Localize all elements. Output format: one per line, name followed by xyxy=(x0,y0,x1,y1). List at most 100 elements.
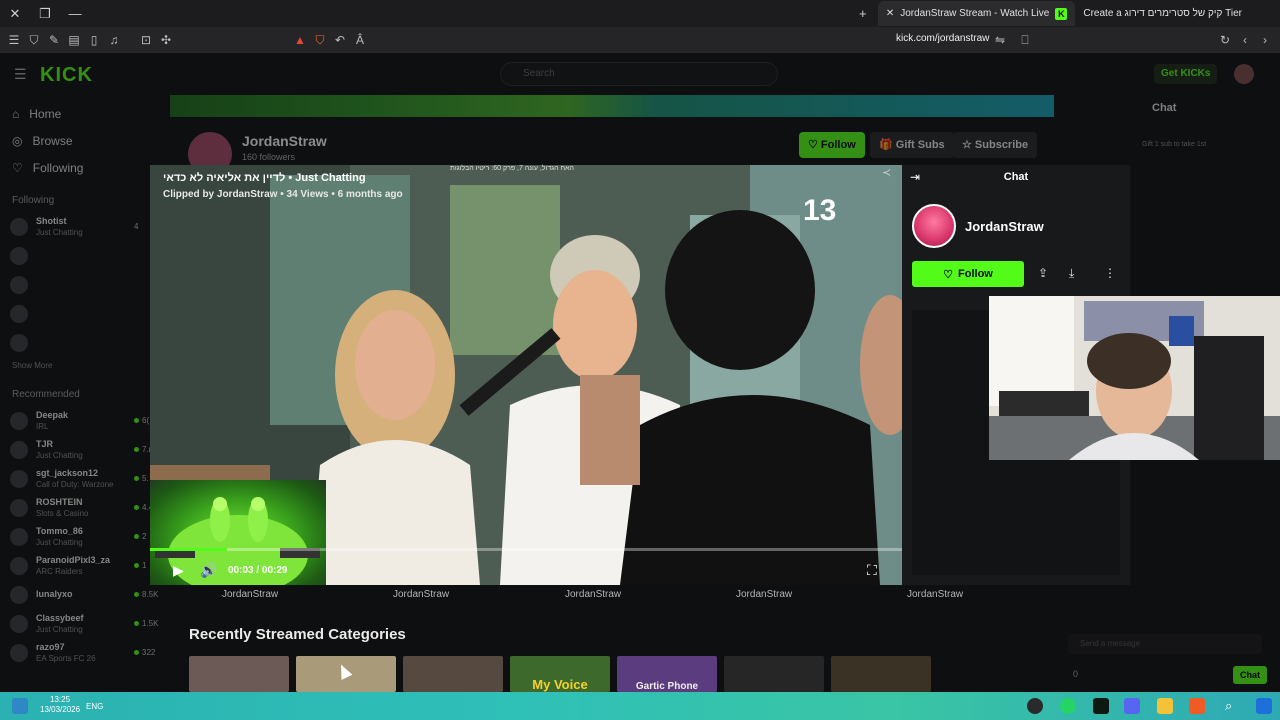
section-title: Recently Streamed Categories xyxy=(189,626,406,643)
kick-logo[interactable]: KICK xyxy=(40,64,93,87)
search-icon[interactable]: ⌕ xyxy=(1225,698,1241,714)
list-item[interactable]: razo97 EA Sports FC 26 322 xyxy=(0,638,160,667)
music-icon[interactable]: ♫ xyxy=(104,27,124,53)
close-tab-icon[interactable]: ✕ xyxy=(886,8,894,19)
tune-icon[interactable]: ⇋ xyxy=(990,27,1010,53)
chat-input[interactable]: Send a message xyxy=(1068,634,1262,654)
discord-icon[interactable] xyxy=(1124,698,1140,714)
forward-icon[interactable]: › xyxy=(1255,27,1275,53)
chat-send-button[interactable]: Chat xyxy=(1233,666,1267,684)
more-options-icon[interactable]: ⋮ xyxy=(1104,266,1116,280)
app-icon[interactable] xyxy=(1093,698,1109,714)
sidebar-item-following[interactable]: ♡ Following xyxy=(0,154,160,181)
clip-author[interactable]: JordanStraw xyxy=(565,589,621,600)
new-tab-icon[interactable]: + xyxy=(848,0,878,27)
language-indicator[interactable]: ENG xyxy=(86,702,103,711)
back-icon[interactable]: ‹ xyxy=(1235,27,1255,53)
viewer-count: 1 xyxy=(134,561,146,570)
sidebar-icon[interactable]: ▯ xyxy=(84,27,104,53)
list-item[interactable]: lunalyxo 8.5K xyxy=(0,580,160,609)
live-dot-icon xyxy=(134,592,139,597)
file-explorer-icon[interactable] xyxy=(1157,698,1173,714)
clip-author[interactable]: JordanStraw xyxy=(222,589,278,600)
show-more-button[interactable]: Show More xyxy=(0,357,160,375)
shield-icon[interactable]: ⛉ xyxy=(24,27,44,53)
avatar[interactable] xyxy=(912,204,956,248)
clip-author[interactable]: JordanStraw xyxy=(907,589,963,600)
list-item[interactable]: Tommo_86 Just Chatting 2 xyxy=(0,522,160,551)
category-tile[interactable]: My Voice xyxy=(510,656,610,692)
clip-author[interactable]: JordanStraw xyxy=(393,589,449,600)
screenshot-icon[interactable]: ⊡ xyxy=(136,27,156,53)
sidebar-item-browse[interactable]: ◎ Browse xyxy=(0,127,160,154)
category-tile[interactable] xyxy=(831,656,931,692)
list-item[interactable]: ROSHTEIN Slots & Casino 4.4 xyxy=(0,493,160,522)
list-item[interactable]: Deepak IRL 6( xyxy=(0,406,160,435)
list-item[interactable]: Shotist Just Chatting 4 xyxy=(0,212,160,241)
streamer-name[interactable]: JordanStraw xyxy=(965,219,1044,234)
extensions-icon[interactable]: ✣ xyxy=(156,27,176,53)
minimize-window-icon[interactable]: — xyxy=(60,0,90,27)
list-item[interactable]: TJR Just Chatting 7.( xyxy=(0,435,160,464)
gift-subs-button[interactable]: 🎁 Gift Subs xyxy=(870,132,954,158)
avatar[interactable] xyxy=(1234,64,1254,84)
menu-icon[interactable]: ☰ xyxy=(4,27,24,53)
bookmark-icon[interactable]: ⎕ xyxy=(1015,27,1035,53)
clip-author[interactable]: JordanStraw xyxy=(736,589,792,600)
tab-tier-list[interactable]: Create a קיק של סטרימרים דירוג Tier xyxy=(1075,1,1250,26)
volume-icon[interactable]: 🔊 xyxy=(200,562,217,579)
gift-prompt: Gift 1 sub to take 1st xyxy=(1142,141,1207,148)
list-item[interactable]: ParanoidPixl3_za ARC Raiders 1 xyxy=(0,551,160,580)
sidebar-item-home[interactable]: ⌂ Home xyxy=(0,100,160,127)
share-icon[interactable]: ⇪ xyxy=(1038,266,1048,280)
tab-jordanstraw[interactable]: ✕ JordanStraw Stream - Watch Live K xyxy=(877,1,1076,26)
list-item[interactable] xyxy=(0,241,160,270)
category-tile[interactable] xyxy=(189,656,289,692)
app-icon[interactable] xyxy=(1027,698,1043,714)
ublock-icon[interactable]: ▲ xyxy=(290,27,310,53)
chat-points: 0 xyxy=(1073,669,1079,679)
translate-icon[interactable]: Â xyxy=(350,27,370,53)
undo-icon[interactable]: ↶ xyxy=(330,27,350,53)
notification-icon[interactable] xyxy=(12,698,28,714)
channel-category: EA Sports FC 26 xyxy=(36,653,96,663)
list-item[interactable] xyxy=(0,328,160,357)
menu-icon[interactable]: ☰ xyxy=(14,66,27,83)
follow-button[interactable]: ♡ Follow xyxy=(799,132,865,158)
channel-banner xyxy=(170,95,1054,117)
subscribe-button[interactable]: ☆ Subscribe xyxy=(953,132,1038,158)
url-bar[interactable]: kick.com/jordanstraw xyxy=(896,33,989,44)
brave-browser-icon[interactable] xyxy=(1189,698,1205,714)
list-item[interactable]: sgt_jackson12 Call of Duty: Warzone 5. xyxy=(0,464,160,493)
close-window-icon[interactable]: ✕ xyxy=(0,0,30,27)
progress-bar[interactable] xyxy=(150,548,902,551)
download-icon[interactable]: ⤓ xyxy=(1069,266,1074,281)
list-item[interactable]: Classybeef Just Chatting 1.5K xyxy=(0,609,160,638)
progress-fill xyxy=(150,548,228,551)
list-item[interactable] xyxy=(0,299,160,328)
get-kicks-button[interactable]: Get KICKs xyxy=(1154,64,1218,84)
taskbar-clock[interactable]: 13:25 13/03/2026 xyxy=(40,695,80,715)
clip-authors: JordanStraw JordanStraw JordanStraw Jord… xyxy=(160,589,1030,603)
restore-window-icon[interactable]: ❐ xyxy=(30,0,60,27)
follow-button[interactable]: ♡ Follow xyxy=(912,261,1024,287)
category-tile[interactable] xyxy=(403,656,503,692)
play-icon[interactable]: ▶ xyxy=(173,562,184,579)
category-tile[interactable]: Gartic Phone xyxy=(617,656,717,692)
reload-icon[interactable]: ↻ xyxy=(1215,27,1235,53)
channel-category: Just Chatting xyxy=(36,537,83,547)
fullscreen-icon[interactable]: ⛶ xyxy=(867,562,877,579)
button-label: Subscribe xyxy=(974,139,1029,151)
whatsapp-icon[interactable] xyxy=(1060,698,1076,714)
share-icon[interactable]: ≺ xyxy=(882,166,891,179)
windows-start-icon[interactable] xyxy=(1256,698,1272,714)
avatar xyxy=(10,246,28,265)
category-tile[interactable] xyxy=(724,656,824,692)
recommended-heading: Recommended xyxy=(12,389,80,400)
pen-icon[interactable]: ✎ xyxy=(44,27,64,53)
search-input[interactable]: Search xyxy=(500,62,778,86)
brave-shield-icon[interactable]: ⛉ xyxy=(310,27,330,53)
browser-toolbar: ☰ ⛉ ✎ ▤ ▯ ♫ ⊡ ✣ ▲ ⛉ ↶ Â ⇋ ⎕ ↻ ‹ › xyxy=(0,27,1280,53)
tabs-icon[interactable]: ▤ xyxy=(64,27,84,53)
list-item[interactable] xyxy=(0,270,160,299)
